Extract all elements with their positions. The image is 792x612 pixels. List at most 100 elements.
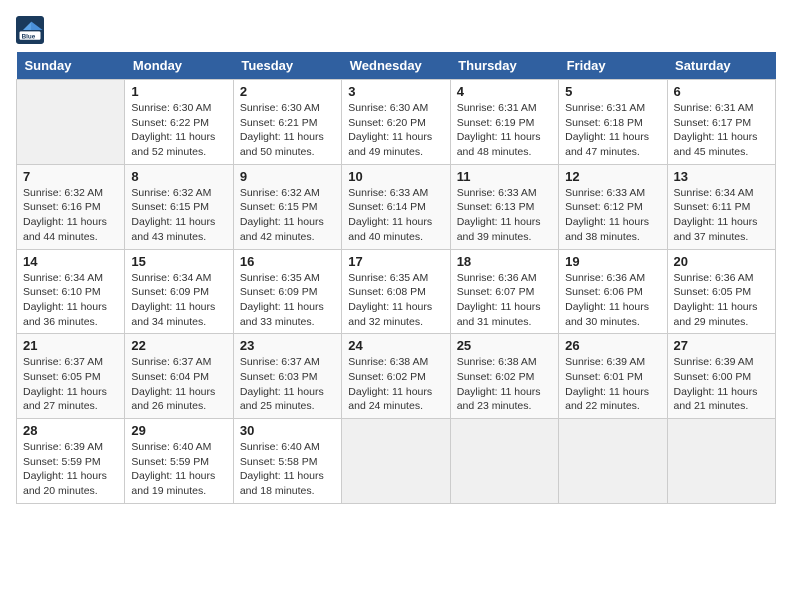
day-info: Sunrise: 6:34 AMSunset: 6:11 PMDaylight:… bbox=[674, 186, 769, 245]
day-info: Sunrise: 6:32 AMSunset: 6:15 PMDaylight:… bbox=[240, 186, 335, 245]
day-number: 23 bbox=[240, 338, 335, 353]
calendar-cell: 3 Sunrise: 6:30 AMSunset: 6:20 PMDaylight… bbox=[342, 80, 450, 165]
day-info: Sunrise: 6:34 AMSunset: 6:09 PMDaylight:… bbox=[131, 271, 226, 330]
calendar-cell: 19 Sunrise: 6:36 AMSunset: 6:06 PMDayligh… bbox=[559, 249, 667, 334]
weekday-header: Wednesday bbox=[342, 52, 450, 80]
day-number: 9 bbox=[240, 169, 335, 184]
calendar-cell: 4 Sunrise: 6:31 AMSunset: 6:19 PMDaylight… bbox=[450, 80, 558, 165]
calendar-cell: 11Sunrise: 6:33 AMSunset: 6:13 PMDayligh… bbox=[450, 164, 558, 249]
day-info: Sunrise: 6:37 AMSunset: 6:03 PMDaylight:… bbox=[240, 355, 335, 414]
day-number: 18 bbox=[457, 254, 552, 269]
day-info: Sunrise: 6:39 AMSunset: 5:59 PMDaylight:… bbox=[23, 440, 118, 499]
calendar-cell: 24 Sunrise: 6:38 AMSunset: 6:02 PMDayligh… bbox=[342, 334, 450, 419]
calendar-cell: 5Sunrise: 6:31 AMSunset: 6:18 PMDaylight… bbox=[559, 80, 667, 165]
day-info: Sunrise: 6:36 AMSunset: 6:06 PMDaylight:… bbox=[565, 271, 660, 330]
calendar-cell: 1 Sunrise: 6:30 AMSunset: 6:22 PMDaylight… bbox=[125, 80, 233, 165]
calendar-cell bbox=[667, 419, 775, 504]
day-info: Sunrise: 6:32 AMSunset: 6:16 PMDaylight:… bbox=[23, 186, 118, 245]
calendar-cell: 17 Sunrise: 6:35 AMSunset: 6:08 PMDayligh… bbox=[342, 249, 450, 334]
day-number: 14 bbox=[23, 254, 118, 269]
calendar-cell bbox=[342, 419, 450, 504]
day-info: Sunrise: 6:40 AMSunset: 5:58 PMDaylight:… bbox=[240, 440, 335, 499]
calendar-cell: 26 Sunrise: 6:39 AMSunset: 6:01 PMDayligh… bbox=[559, 334, 667, 419]
day-number: 28 bbox=[23, 423, 118, 438]
calendar-week-row: 21Sunrise: 6:37 AMSunset: 6:05 PMDayligh… bbox=[17, 334, 776, 419]
calendar-cell: 23 Sunrise: 6:37 AMSunset: 6:03 PMDayligh… bbox=[233, 334, 341, 419]
calendar-cell: 25 Sunrise: 6:38 AMSunset: 6:02 PMDayligh… bbox=[450, 334, 558, 419]
day-number: 17 bbox=[348, 254, 443, 269]
calendar-cell: 29Sunrise: 6:40 AMSunset: 5:59 PMDayligh… bbox=[125, 419, 233, 504]
calendar-cell bbox=[17, 80, 125, 165]
day-number: 3 bbox=[348, 84, 443, 99]
logo: Blue bbox=[16, 16, 48, 44]
day-info: Sunrise: 6:36 AMSunset: 6:05 PMDaylight:… bbox=[674, 271, 769, 330]
calendar-cell: 6 Sunrise: 6:31 AMSunset: 6:17 PMDaylight… bbox=[667, 80, 775, 165]
day-number: 6 bbox=[674, 84, 769, 99]
weekday-header: Monday bbox=[125, 52, 233, 80]
calendar-cell: 30 Sunrise: 6:40 AMSunset: 5:58 PMDayligh… bbox=[233, 419, 341, 504]
logo-icon: Blue bbox=[16, 16, 44, 44]
day-info: Sunrise: 6:31 AMSunset: 6:17 PMDaylight:… bbox=[674, 101, 769, 160]
day-info: Sunrise: 6:38 AMSunset: 6:02 PMDaylight:… bbox=[348, 355, 443, 414]
day-number: 8 bbox=[131, 169, 226, 184]
calendar-cell: 2Sunrise: 6:30 AMSunset: 6:21 PMDaylight… bbox=[233, 80, 341, 165]
day-info: Sunrise: 6:31 AMSunset: 6:18 PMDaylight:… bbox=[565, 101, 660, 160]
day-number: 22 bbox=[131, 338, 226, 353]
day-number: 7 bbox=[23, 169, 118, 184]
day-number: 19 bbox=[565, 254, 660, 269]
day-info: Sunrise: 6:30 AMSunset: 6:20 PMDaylight:… bbox=[348, 101, 443, 160]
calendar-table: SundayMondayTuesdayWednesdayThursdayFrid… bbox=[16, 52, 776, 504]
weekday-header: Saturday bbox=[667, 52, 775, 80]
day-info: Sunrise: 6:39 AMSunset: 6:01 PMDaylight:… bbox=[565, 355, 660, 414]
day-number: 20 bbox=[674, 254, 769, 269]
day-number: 1 bbox=[131, 84, 226, 99]
day-info: Sunrise: 6:36 AMSunset: 6:07 PMDaylight:… bbox=[457, 271, 552, 330]
weekday-header: Sunday bbox=[17, 52, 125, 80]
weekday-header: Thursday bbox=[450, 52, 558, 80]
calendar-cell bbox=[450, 419, 558, 504]
calendar-cell: 8 Sunrise: 6:32 AMSunset: 6:15 PMDaylight… bbox=[125, 164, 233, 249]
calendar-cell: 7 Sunrise: 6:32 AMSunset: 6:16 PMDaylight… bbox=[17, 164, 125, 249]
calendar-cell: 16Sunrise: 6:35 AMSunset: 6:09 PMDayligh… bbox=[233, 249, 341, 334]
weekday-header: Tuesday bbox=[233, 52, 341, 80]
day-number: 29 bbox=[131, 423, 226, 438]
calendar-cell: 27 Sunrise: 6:39 AMSunset: 6:00 PMDayligh… bbox=[667, 334, 775, 419]
day-number: 25 bbox=[457, 338, 552, 353]
calendar-cell: 12Sunrise: 6:33 AMSunset: 6:12 PMDayligh… bbox=[559, 164, 667, 249]
calendar-cell: 14 Sunrise: 6:34 AMSunset: 6:10 PMDayligh… bbox=[17, 249, 125, 334]
calendar-week-row: 1 Sunrise: 6:30 AMSunset: 6:22 PMDaylight… bbox=[17, 80, 776, 165]
day-info: Sunrise: 6:33 AMSunset: 6:13 PMDaylight:… bbox=[457, 186, 552, 245]
calendar-cell bbox=[559, 419, 667, 504]
weekday-header: Friday bbox=[559, 52, 667, 80]
day-info: Sunrise: 6:30 AMSunset: 6:22 PMDaylight:… bbox=[131, 101, 226, 160]
day-number: 15 bbox=[131, 254, 226, 269]
day-info: Sunrise: 6:35 AMSunset: 6:08 PMDaylight:… bbox=[348, 271, 443, 330]
day-info: Sunrise: 6:34 AMSunset: 6:10 PMDaylight:… bbox=[23, 271, 118, 330]
day-info: Sunrise: 6:37 AMSunset: 6:05 PMDaylight:… bbox=[23, 355, 118, 414]
calendar-cell: 21Sunrise: 6:37 AMSunset: 6:05 PMDayligh… bbox=[17, 334, 125, 419]
day-number: 13 bbox=[674, 169, 769, 184]
calendar-cell: 13 Sunrise: 6:34 AMSunset: 6:11 PMDayligh… bbox=[667, 164, 775, 249]
day-number: 10 bbox=[348, 169, 443, 184]
calendar-cell: 9 Sunrise: 6:32 AMSunset: 6:15 PMDaylight… bbox=[233, 164, 341, 249]
day-number: 24 bbox=[348, 338, 443, 353]
day-number: 26 bbox=[565, 338, 660, 353]
calendar-week-row: 14 Sunrise: 6:34 AMSunset: 6:10 PMDayligh… bbox=[17, 249, 776, 334]
day-info: Sunrise: 6:30 AMSunset: 6:21 PMDaylight:… bbox=[240, 101, 335, 160]
day-info: Sunrise: 6:39 AMSunset: 6:00 PMDaylight:… bbox=[674, 355, 769, 414]
day-number: 4 bbox=[457, 84, 552, 99]
day-number: 30 bbox=[240, 423, 335, 438]
day-info: Sunrise: 6:33 AMSunset: 6:12 PMDaylight:… bbox=[565, 186, 660, 245]
day-number: 27 bbox=[674, 338, 769, 353]
day-info: Sunrise: 6:33 AMSunset: 6:14 PMDaylight:… bbox=[348, 186, 443, 245]
calendar-cell: 10 Sunrise: 6:33 AMSunset: 6:14 PMDayligh… bbox=[342, 164, 450, 249]
day-info: Sunrise: 6:31 AMSunset: 6:19 PMDaylight:… bbox=[457, 101, 552, 160]
day-info: Sunrise: 6:32 AMSunset: 6:15 PMDaylight:… bbox=[131, 186, 226, 245]
day-info: Sunrise: 6:38 AMSunset: 6:02 PMDaylight:… bbox=[457, 355, 552, 414]
calendar-cell: 18 Sunrise: 6:36 AMSunset: 6:07 PMDayligh… bbox=[450, 249, 558, 334]
calendar-cell: 28 Sunrise: 6:39 AMSunset: 5:59 PMDayligh… bbox=[17, 419, 125, 504]
calendar-header: SundayMondayTuesdayWednesdayThursdayFrid… bbox=[17, 52, 776, 80]
calendar-cell: 15 Sunrise: 6:34 AMSunset: 6:09 PMDayligh… bbox=[125, 249, 233, 334]
calendar-cell: 20 Sunrise: 6:36 AMSunset: 6:05 PMDayligh… bbox=[667, 249, 775, 334]
calendar-week-row: 28 Sunrise: 6:39 AMSunset: 5:59 PMDayligh… bbox=[17, 419, 776, 504]
